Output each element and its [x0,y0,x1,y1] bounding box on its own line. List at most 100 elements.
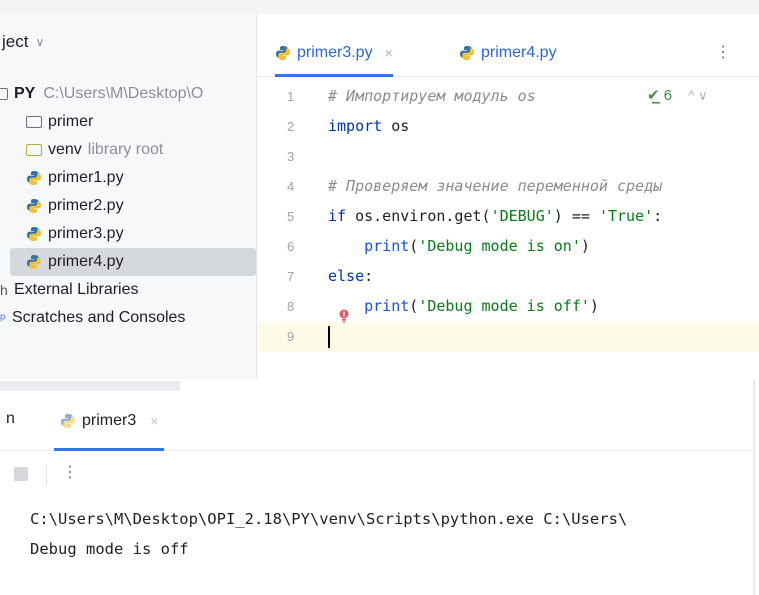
close-icon[interactable]: × [385,45,393,61]
code-line: 7 else: [257,262,759,292]
tree-item-primer1[interactable]: primer1.py [0,164,256,192]
code-line: 2 import os [257,112,759,142]
run-panel-title-fragment: n [6,410,15,427]
tree-item-label: primer4.py [48,253,124,270]
project-tree: PY C:\Users\M\Desktop\O primer venv libr… [0,80,256,332]
code-line: 6 print('Debug mode is on') [257,232,759,262]
code-text: print('Debug mode is on') [328,237,590,255]
check-icon: ✔̲ [647,87,660,104]
python-file-icon [27,227,41,241]
line-number: 2 [287,119,295,134]
code-line: 4 # Проверяем значение переменной среды [257,172,759,202]
libraries-icon: h [0,282,8,298]
folder-icon [0,88,8,100]
editor-tab-bar: primer3.py × primer4.py ⋮ [257,30,759,77]
run-toolbar: ⋮ [0,462,752,488]
python-run-icon [61,414,75,428]
code-text-part: : [653,207,663,225]
tree-item-primer4[interactable]: primer4.py [10,248,256,276]
tree-item-primer[interactable]: primer [0,108,256,136]
code-text-part: os [382,117,410,135]
code-string: 'DEBUG' [490,207,554,225]
python-file-icon [276,46,290,60]
code-text: if os.environ.get('DEBUG') == 'True': [328,207,662,225]
window-top-strip [0,0,759,14]
code-text-part: : [364,267,374,285]
tree-item-label: Scratches and Consoles [12,309,186,326]
line-number: 3 [287,149,295,164]
run-tab-bar: n primer3 × [0,392,752,451]
tree-item-scratches[interactable]: ᵖ Scratches and Consoles [0,304,256,332]
tree-item-label: PY [14,85,36,102]
python-file-icon [460,46,474,60]
code-line: 1 # Импортируем модуль os ✔̲ 6 ^ ∨ [257,82,759,112]
stop-icon[interactable] [14,467,28,481]
code-line: 8 print('Debug mode is off') [257,292,759,322]
tree-item-suffix: library root [87,141,164,158]
panel-divider [753,380,755,595]
tree-item-external-libraries[interactable]: h External Libraries [0,276,256,304]
more-options-icon[interactable]: ⋮ [715,42,731,62]
horizontal-scrollbar[interactable] [0,381,180,391]
tree-item-py-root[interactable]: PY C:\Users\M\Desktop\O [0,80,256,108]
inspection-widget[interactable]: ✔̲ 6 ^ ∨ [647,86,708,104]
project-panel-header[interactable]: ject ∨ [0,14,256,70]
code-text-part: ( [409,237,419,255]
console-output[interactable]: C:\Users\M\Desktop\OPI_2.18\PY\venv\Scri… [30,504,627,564]
inspection-arrows[interactable]: ^ ∨ [688,88,707,103]
console-line: C:\Users\M\Desktop\OPI_2.18\PY\venv\Scri… [30,510,628,528]
code-keyword: import [328,117,383,135]
run-tab-label: primer3 [82,412,137,429]
code-text-part: ) [580,237,590,255]
venv-folder-icon [26,144,42,156]
tab-label: primer3.py [297,44,373,61]
chevron-down-icon[interactable]: ∨ [35,35,44,49]
code-string: 'Debug mode is on' [418,237,581,255]
line-number: 1 [287,89,295,104]
console-line: Debug mode is off [30,540,189,558]
code-text: else: [328,267,373,285]
tree-item-label: primer3.py [48,225,124,242]
python-file-icon [27,199,41,213]
tab-label: primer4.py [481,44,557,61]
run-tab-primer3[interactable]: primer3 × [53,392,165,451]
code-text-part: ) [589,297,599,315]
code-string: 'Debug mode is off' [418,297,590,315]
line-number: 5 [287,209,295,224]
close-icon[interactable]: × [150,413,158,429]
code-line-current: 9 [257,322,759,352]
code-text-part: ) == [553,207,599,225]
tree-item-label: primer [48,113,94,130]
line-number: 7 [287,269,295,284]
project-panel-title: ject [2,32,29,51]
tab-primer4[interactable]: primer4.py [459,30,557,76]
line-number: 6 [287,239,295,254]
code-text: import os [328,117,409,135]
run-tool-window: n primer3 × ⋮ C:\Users\M\Desktop\OPI_2.1… [0,392,752,595]
tab-primer3[interactable]: primer3.py × [275,30,393,77]
line-number: 8 [287,299,295,314]
bulb-warning-icon[interactable] [338,309,350,323]
scratches-icon: ᵖ [0,310,6,326]
tree-item-primer3[interactable]: primer3.py [0,220,256,248]
folder-icon [26,116,42,128]
code-text-part: ( [409,297,419,315]
code-line: 3 [257,142,759,172]
inspection-count: 6 [663,87,673,104]
tree-item-label: primer2.py [48,197,124,214]
tree-item-path: C:\Users\M\Desktop\O [43,85,204,102]
code-text: print('Debug mode is off') [328,297,599,315]
code-builtin: print [364,297,410,315]
line-number: 4 [287,179,295,194]
tree-item-primer2[interactable]: primer2.py [0,192,256,220]
tree-item-venv[interactable]: venv library root [0,136,256,164]
code-text-part: os.environ.get( [346,207,491,225]
more-options-icon[interactable]: ⋮ [62,462,78,482]
line-number: 9 [287,329,295,344]
python-file-icon [27,171,41,185]
code-builtin: print [364,237,410,255]
code-editor[interactable]: 1 # Импортируем модуль os ✔̲ 6 ^ ∨ 2 imp… [257,82,759,378]
code-keyword: if [328,207,347,225]
tree-item-label: External Libraries [14,281,139,298]
